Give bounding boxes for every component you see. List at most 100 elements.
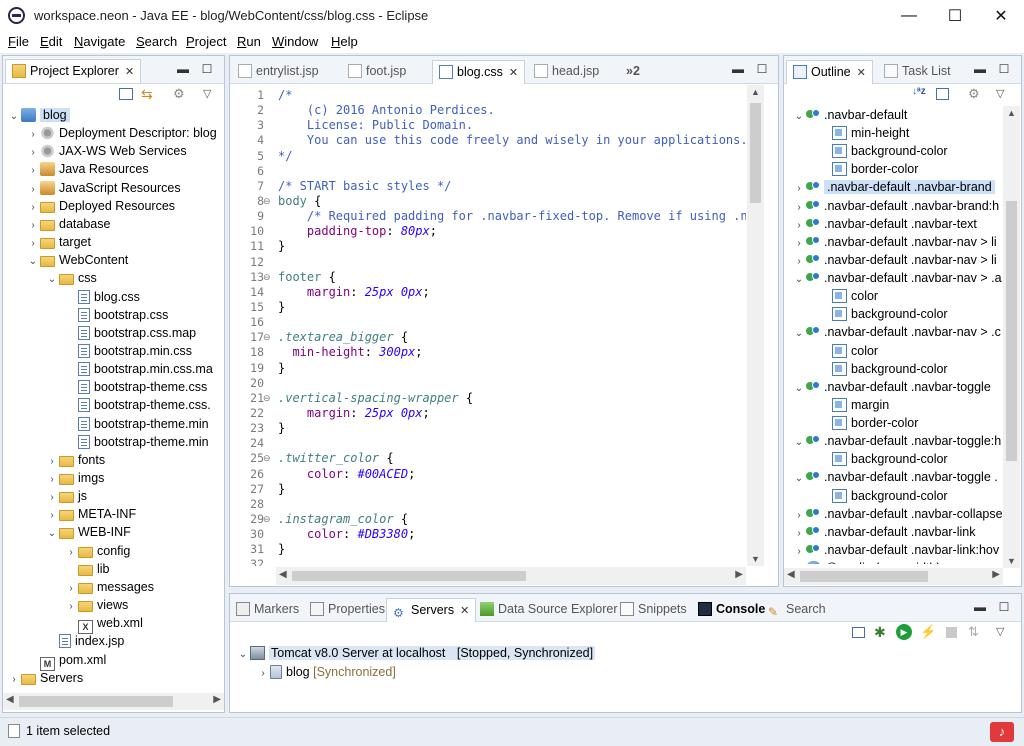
outline-item[interactable]: ⌄ .navbar-default: [792, 106, 908, 126]
code-area[interactable]: 1 /* 2 (c) 2016 Antonio Perdices. 3 License…: [230, 88, 746, 566]
scroll-down-icon[interactable]: ▼: [1007, 556, 1016, 566]
scroll-left-icon[interactable]: ◀: [279, 569, 287, 580]
vertical-scrollbar[interactable]: ▲ ▼: [747, 85, 764, 566]
scroll-left-icon[interactable]: ◀: [6, 694, 14, 705]
outline-item[interactable]: ⌄ @media (max-width): [792, 559, 941, 564]
scrollbar-thumb[interactable]: [292, 571, 526, 581]
fold-icon[interactable]: ⊖: [263, 196, 271, 207]
tree-item[interactable]: bootstrap-theme.css: [64, 378, 207, 396]
tree-item[interactable]: › Deployment Descriptor: blog: [26, 124, 217, 142]
publish-icon[interactable]: ⇅: [968, 624, 979, 640]
outline-item[interactable]: ⌄ .navbar-default .navbar-toggle: [792, 378, 991, 396]
minimize-view-icon[interactable]: ▬: [972, 599, 988, 615]
tree-item[interactable]: bootstrap.min.css.ma: [64, 360, 213, 378]
tree-item[interactable]: Mpom.xml: [26, 651, 106, 671]
tab-overflow-button[interactable]: »2: [620, 60, 646, 84]
tree-item[interactable]: › fonts: [45, 451, 105, 469]
tree-item[interactable]: ⌄ WebContent: [26, 251, 128, 269]
collapse-icon[interactable]: ⌄: [792, 108, 806, 126]
code-line[interactable]: /* START basic styles */: [278, 179, 451, 194]
tree-item[interactable]: blog.css: [64, 288, 140, 306]
outline-item[interactable]: background-color: [818, 360, 948, 378]
code-line[interactable]: */: [278, 149, 292, 164]
sort-icon[interactable]: ↓ᵃz: [912, 86, 926, 97]
expand-icon[interactable]: ⌄: [236, 646, 250, 664]
code-line[interactable]: min-height: 300px;: [278, 345, 422, 360]
tree-item[interactable]: ⌄ WEB-INF: [45, 523, 131, 541]
outline-item[interactable]: › .navbar-default .navbar-text: [792, 215, 977, 233]
maximize-view-icon[interactable]: ☐: [996, 599, 1012, 615]
code-line[interactable]: color: #00ACED;: [278, 467, 415, 482]
fold-icon[interactable]: ⊖: [263, 332, 271, 343]
tree-item[interactable]: bootstrap.css: [64, 306, 168, 324]
menu-help[interactable]: Help: [331, 34, 358, 49]
start-server-icon[interactable]: ▶: [896, 624, 912, 640]
tree-item[interactable]: › JavaScript Resources: [26, 179, 181, 197]
outline-item[interactable]: › .navbar-default .navbar-collapse: [792, 505, 1002, 523]
tree-item[interactable]: › target: [26, 233, 91, 251]
outline-item[interactable]: ⌄ .navbar-default .navbar-nav > .c: [792, 323, 1001, 341]
outline-item[interactable]: margin: [818, 396, 889, 414]
menu-navigate[interactable]: Navigate: [74, 34, 125, 49]
collapse-icon[interactable]: ⌄: [792, 271, 806, 289]
outline-item[interactable]: color: [818, 287, 878, 305]
collapse-icon[interactable]: ⌄: [792, 434, 806, 452]
view-filter-icon[interactable]: ⚙: [173, 86, 189, 102]
view-menu-icon[interactable]: ▽: [996, 87, 1004, 100]
expand-icon[interactable]: ›: [7, 671, 21, 689]
scrollbar-thumb[interactable]: [800, 571, 928, 582]
server-module-row[interactable]: › blog [Synchronized]: [256, 663, 396, 681]
tree-item[interactable]: lib: [64, 560, 110, 578]
tab-task-list[interactable]: Task List: [878, 60, 957, 84]
scroll-up-icon[interactable]: ▲: [751, 87, 760, 97]
minimize-button[interactable]: —: [886, 0, 932, 31]
view-menu-icon[interactable]: ▽: [203, 86, 217, 102]
horizontal-scrollbar[interactable]: ◀ ▶: [784, 568, 1003, 585]
tree-item[interactable]: › Servers: [7, 669, 83, 687]
tree-item[interactable]: › Deployed Resources: [26, 197, 175, 215]
scrollbar-thumb[interactable]: [1006, 201, 1017, 461]
fold-icon[interactable]: ⊖: [263, 393, 271, 404]
code-line[interactable]: }: [278, 300, 285, 315]
minimize-view-icon[interactable]: ▬: [972, 61, 988, 77]
code-line[interactable]: /* Required padding for .navbar-fixed-to…: [278, 209, 746, 224]
menu-search[interactable]: Search: [136, 34, 177, 49]
menu-run[interactable]: Run: [237, 34, 261, 49]
scroll-right-icon[interactable]: ▶: [992, 569, 1000, 580]
scroll-down-icon[interactable]: ▼: [751, 554, 760, 564]
tab-markers[interactable]: Markers: [230, 598, 305, 622]
view-menu-icon[interactable]: ▽: [996, 625, 1004, 638]
code-line[interactable]: padding-top: 80px;: [278, 224, 437, 239]
code-line[interactable]: (c) 2016 Antonio Perdices.: [278, 103, 495, 118]
tree-item[interactable]: bootstrap-theme.min: [64, 433, 209, 451]
tree-item[interactable]: › messages: [64, 578, 154, 596]
collapse-all-icon[interactable]: [936, 88, 949, 100]
code-line[interactable]: .textarea_bigger {: [278, 330, 408, 345]
close-icon[interactable]: ✕: [125, 66, 134, 78]
collapse-icon[interactable]: ⌄: [45, 525, 59, 543]
minimize-view-icon[interactable]: ▬: [730, 61, 746, 77]
horizontal-scrollbar[interactable]: ◀ ▶: [276, 567, 746, 585]
maximize-view-icon[interactable]: ☐: [754, 61, 770, 77]
tree-item[interactable]: › META-INF: [45, 505, 136, 523]
code-line[interactable]: /*: [278, 88, 292, 103]
code-line[interactable]: }: [278, 421, 285, 436]
debug-server-icon[interactable]: ✱: [874, 624, 886, 641]
tab-servers[interactable]: ⚙ Servers ✕: [386, 598, 477, 622]
tab-entrylist-jsp[interactable]: entrylist.jsp: [232, 60, 325, 84]
collapse-all-icon[interactable]: [119, 88, 133, 100]
outline-item[interactable]: min-height: [818, 124, 909, 142]
menu-edit[interactable]: Edit: [40, 34, 62, 49]
close-icon[interactable]: ✕: [509, 67, 518, 79]
horizontal-scrollbar[interactable]: ◀ ▶: [3, 693, 224, 710]
tree-item[interactable]: › config: [64, 542, 130, 560]
outline-item[interactable]: color: [818, 342, 878, 360]
outline-item[interactable]: border-color: [818, 160, 918, 178]
filter-icon[interactable]: ⚙: [968, 86, 980, 102]
close-icon[interactable]: ✕: [857, 67, 866, 79]
tree-item[interactable]: › js: [45, 487, 87, 505]
outline-item[interactable]: ⌄ .navbar-default .navbar-toggle .: [792, 468, 998, 486]
tree-item[interactable]: ⌄ blog: [7, 106, 70, 124]
tab-foot-jsp[interactable]: foot.jsp: [342, 60, 412, 84]
code-line[interactable]: .vertical-spacing-wrapper {: [278, 391, 473, 406]
